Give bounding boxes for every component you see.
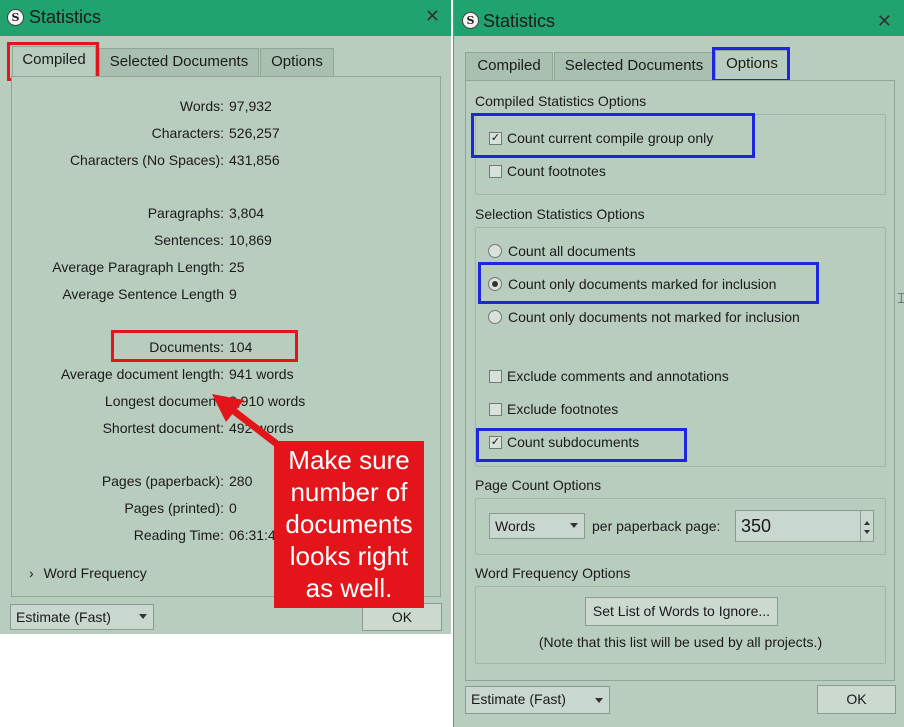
count-all-radio[interactable] bbox=[488, 244, 502, 258]
count-footnotes-label: Count footnotes bbox=[507, 163, 606, 179]
ignore-list-note: (Note that this list will be used by all… bbox=[538, 634, 823, 650]
stat-label: Average Paragraph Length: bbox=[52, 259, 224, 275]
estimate-mode-select[interactable]: Estimate (Fast) bbox=[10, 604, 154, 630]
close-icon[interactable]: ✕ bbox=[425, 6, 440, 27]
stat-label: Characters (No Spaces): bbox=[69, 152, 224, 168]
stat-value: 10,869 bbox=[229, 232, 272, 248]
callout-line: Make sure bbox=[288, 445, 410, 475]
stat-label: Pages (paperback): bbox=[101, 473, 224, 489]
tab-selected-documents[interactable]: Selected Documents bbox=[554, 52, 714, 80]
exclude-footnotes-checkbox[interactable] bbox=[489, 403, 502, 416]
page-count-unit-value: Words bbox=[495, 518, 536, 534]
chevron-down-icon bbox=[139, 614, 147, 619]
page-count-heading: Page Count Options bbox=[475, 477, 602, 493]
scrivener-app-icon: S bbox=[462, 12, 479, 29]
mouse-cursor-icon: ⌶ bbox=[897, 290, 904, 306]
documents-highlight-box bbox=[111, 330, 298, 362]
spin-separator bbox=[860, 511, 861, 541]
stat-value: 9 bbox=[229, 286, 237, 302]
word-frequency-label: Word Frequency bbox=[43, 565, 147, 581]
statistics-window-options: S Statistics ✕ Compiled Selected Documen… bbox=[453, 0, 904, 727]
stat-label: Characters: bbox=[151, 125, 224, 141]
spin-up-icon[interactable] bbox=[864, 521, 870, 525]
count-subdocuments-highlight-box bbox=[476, 428, 687, 462]
compiled-statistics-heading: Compiled Statistics Options bbox=[475, 93, 647, 109]
close-icon[interactable]: ✕ bbox=[877, 11, 892, 32]
callout-line: looks right bbox=[289, 541, 409, 571]
exclude-footnotes-label: Exclude footnotes bbox=[507, 401, 619, 417]
window-title: Statistics bbox=[29, 7, 102, 27]
ok-button[interactable]: OK bbox=[817, 685, 896, 714]
selection-statistics-heading: Selection Statistics Options bbox=[475, 206, 645, 222]
tab-options[interactable]: Options bbox=[260, 48, 334, 76]
count-marked-highlight-box bbox=[478, 262, 819, 304]
stat-value: 431,856 bbox=[229, 152, 280, 168]
stat-value: 97,932 bbox=[229, 98, 272, 114]
title-bar: S Statistics ✕ bbox=[0, 0, 451, 36]
stat-label: Pages (printed): bbox=[124, 500, 224, 516]
page-count-unit-select[interactable]: Words bbox=[489, 513, 585, 539]
word-frequency-disclosure[interactable]: › Word Frequency bbox=[29, 565, 147, 581]
count-not-marked-label: Count only documents not marked for incl… bbox=[508, 309, 800, 325]
spin-down-icon[interactable] bbox=[864, 530, 870, 534]
chevron-down-icon bbox=[595, 698, 603, 703]
count-all-label: Count all documents bbox=[508, 243, 636, 259]
chevron-right-icon: › bbox=[29, 565, 34, 581]
tab-selected-documents[interactable]: Selected Documents bbox=[99, 48, 259, 76]
stat-label: Words: bbox=[179, 98, 224, 114]
stat-label: Paragraphs: bbox=[147, 205, 224, 221]
compile-group-highlight-box bbox=[471, 113, 755, 158]
count-footnotes-checkbox[interactable] bbox=[489, 165, 502, 178]
estimate-mode-value: Estimate (Fast) bbox=[16, 609, 111, 625]
per-paperback-page-label: per paperback page: bbox=[592, 518, 721, 534]
set-ignore-list-button[interactable]: Set List of Words to Ignore... bbox=[585, 597, 778, 626]
stat-value: 25 bbox=[229, 259, 245, 275]
estimate-mode-value: Estimate (Fast) bbox=[471, 691, 566, 707]
per-page-spinbox[interactable]: 350 bbox=[735, 510, 874, 542]
stat-label: Reading Time: bbox=[133, 527, 224, 543]
word-frequency-heading: Word Frequency Options bbox=[475, 565, 631, 581]
scrivener-app-icon: S bbox=[7, 9, 24, 26]
chevron-down-icon bbox=[570, 523, 578, 528]
title-bar: S Statistics ✕ bbox=[454, 0, 904, 36]
stat-value: 280 bbox=[229, 473, 253, 489]
options-tab-highlight-box bbox=[712, 47, 790, 82]
callout-line: number of bbox=[290, 477, 408, 507]
callout-line: documents bbox=[285, 509, 413, 539]
callout-line: as well. bbox=[305, 573, 393, 603]
exclude-comments-label: Exclude comments and annotations bbox=[507, 368, 729, 384]
annotation-callout: Make sure number of documents looks righ… bbox=[274, 441, 424, 608]
stat-value: 526,257 bbox=[229, 125, 280, 141]
exclude-comments-checkbox[interactable] bbox=[489, 370, 502, 383]
tab-compiled[interactable]: Compiled bbox=[465, 52, 553, 80]
stat-value: 0 bbox=[229, 500, 237, 516]
window-title: Statistics bbox=[483, 11, 556, 31]
stat-label: Sentences: bbox=[153, 232, 224, 248]
count-not-marked-radio[interactable] bbox=[488, 310, 502, 324]
estimate-mode-select[interactable]: Estimate (Fast) bbox=[465, 686, 610, 714]
per-page-value: 350 bbox=[741, 516, 772, 536]
stat-label: Average Sentence Length bbox=[62, 286, 224, 302]
stat-value: 3,804 bbox=[229, 205, 265, 221]
